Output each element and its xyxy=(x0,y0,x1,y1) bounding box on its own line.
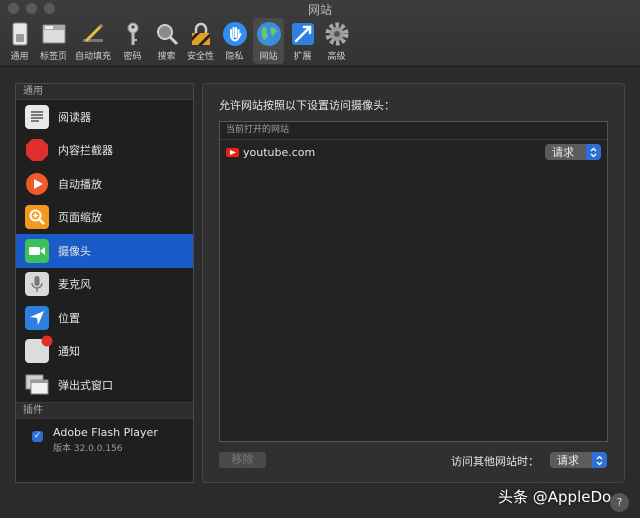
preferences-toolbar: 网站 通用 标签页 自动填充 密码 搜索 安全性 隐私 网站 扩展 高级 xyxy=(0,0,640,67)
sidebar-item-label: 麦克风 xyxy=(58,278,91,292)
switch-icon xyxy=(12,22,27,46)
site-name: youtube.com xyxy=(243,145,316,159)
toolbar-item-websites[interactable]: 网站 xyxy=(253,18,284,64)
toolbar-label: 网站 xyxy=(259,52,278,62)
toolbar-label: 隐私 xyxy=(225,52,244,62)
toolbar-item-passwords[interactable]: 密码 xyxy=(117,18,148,64)
toolbar-item-search[interactable]: 搜索 xyxy=(151,18,182,64)
key-icon xyxy=(127,22,138,45)
toolbar-label: 标签页 xyxy=(39,52,67,62)
toolbar-label: 扩展 xyxy=(293,52,312,62)
toolbar-item-autofill[interactable]: 自动填充 xyxy=(72,18,114,64)
sidebar-item-label: 自动播放 xyxy=(58,177,102,191)
puzzle-icon xyxy=(291,23,314,45)
toolbar-label: 搜索 xyxy=(157,52,176,62)
toolbar-item-general[interactable]: 通用 xyxy=(4,18,35,64)
stop-sign-icon xyxy=(25,138,49,162)
toolbar-label: 高级 xyxy=(327,52,346,62)
table-row[interactable]: youtube.com 请求 xyxy=(220,140,607,164)
toolbar-label: 密码 xyxy=(123,52,142,62)
sidebar-item-camera[interactable]: 摄像头 xyxy=(16,234,193,268)
toolbar-item-advanced[interactable]: 高级 xyxy=(321,18,352,64)
hand-icon xyxy=(222,22,247,46)
reader-icon xyxy=(25,104,49,129)
padlock-icon xyxy=(191,22,210,45)
other-sites-label: 访问其他网站时： xyxy=(451,455,539,468)
site-permission-select[interactable]: 请求 xyxy=(545,144,601,160)
sidebar-item-label: 摄像头 xyxy=(58,244,91,258)
window-title: 网站 xyxy=(307,3,332,17)
sidebar-item-label: 位置 xyxy=(58,311,80,325)
plugin-version: 版本 32.0.0.156 xyxy=(53,443,123,454)
magnifier-icon xyxy=(156,24,178,46)
globe-icon xyxy=(256,22,281,46)
sidebar-item-page-zoom[interactable]: 页面缩放 xyxy=(16,201,193,235)
toolbar-label: 通用 xyxy=(10,52,29,62)
sidebar-item-notifications[interactable]: 通知 xyxy=(16,335,193,369)
plugin-enabled-checkbox[interactable]: ✓ xyxy=(32,430,43,442)
zoom-icon xyxy=(25,205,49,230)
websites-sidebar: 通用 阅读器 内容拦截器 自动播放 页面缩放 摄像头 麦克风 位置 通知 弹出式… xyxy=(15,83,194,483)
sidebar-item-microphone[interactable]: 麦克风 xyxy=(16,268,193,302)
camera-settings-panel: 允许网站按照以下设置访问摄像头： 当前打开的网站 youtube.com 请求 … xyxy=(202,83,625,483)
play-icon xyxy=(25,172,49,196)
toolbar-item-privacy[interactable]: 隐私 xyxy=(219,18,250,64)
toolbar-item-security[interactable]: 安全性 xyxy=(185,18,216,64)
updown-arrows-icon xyxy=(586,144,601,160)
sidebar-item-label: 内容拦截器 xyxy=(58,144,113,158)
sidebar-item-label: 阅读器 xyxy=(58,110,91,124)
location-arrow-icon xyxy=(25,305,49,330)
popup-windows-icon xyxy=(25,373,49,397)
microphone-icon xyxy=(25,272,49,297)
toolbar-label: 自动填充 xyxy=(74,52,111,62)
gear-icon xyxy=(325,22,348,46)
notification-icon xyxy=(25,335,53,364)
other-sites-select[interactable]: 请求 xyxy=(550,452,607,468)
site-permission-value: 请求 xyxy=(552,146,574,159)
open-sites-table: 当前打开的网站 youtube.com 请求 xyxy=(219,121,608,442)
sidebar-section-general: 通用 xyxy=(16,84,193,100)
remove-button[interactable]: 移除 xyxy=(219,452,266,468)
sidebar-item-location[interactable]: 位置 xyxy=(16,301,193,335)
sidebar-item-popup-windows[interactable]: 弹出式窗口 xyxy=(16,368,193,402)
sidebar-item-label: 弹出式窗口 xyxy=(58,378,113,392)
updown-arrows-icon xyxy=(592,452,607,468)
help-button[interactable]: ? xyxy=(610,493,629,512)
tabs-icon xyxy=(42,24,65,44)
sidebar-section-plugins: 插件 xyxy=(16,401,193,419)
toolbar-item-extensions[interactable]: 扩展 xyxy=(287,18,318,64)
table-header: 当前打开的网站 xyxy=(220,122,607,140)
other-sites-value: 请求 xyxy=(557,454,579,467)
sidebar-item-content-blockers[interactable]: 内容拦截器 xyxy=(16,134,193,168)
sidebar-item-reader[interactable]: 阅读器 xyxy=(16,100,193,134)
pencil-icon xyxy=(83,23,104,43)
plugin-name: Adobe Flash Player xyxy=(53,425,158,439)
youtube-favicon-icon xyxy=(226,147,239,157)
sidebar-item-autoplay[interactable]: 自动播放 xyxy=(16,167,193,201)
toolbar-item-tabs[interactable]: 标签页 xyxy=(38,18,69,64)
sidebar-item-label: 页面缩放 xyxy=(58,211,102,225)
camera-icon xyxy=(25,238,49,263)
watermark-text: 头条 @AppleDo xyxy=(498,488,612,506)
toolbar-label: 安全性 xyxy=(186,52,214,62)
sidebar-item-label: 通知 xyxy=(58,345,80,359)
plugin-item-flash[interactable]: ✓ Adobe Flash Player 版本 32.0.0.156 xyxy=(16,419,193,454)
panel-title: 允许网站按照以下设置访问摄像头： xyxy=(219,99,395,112)
